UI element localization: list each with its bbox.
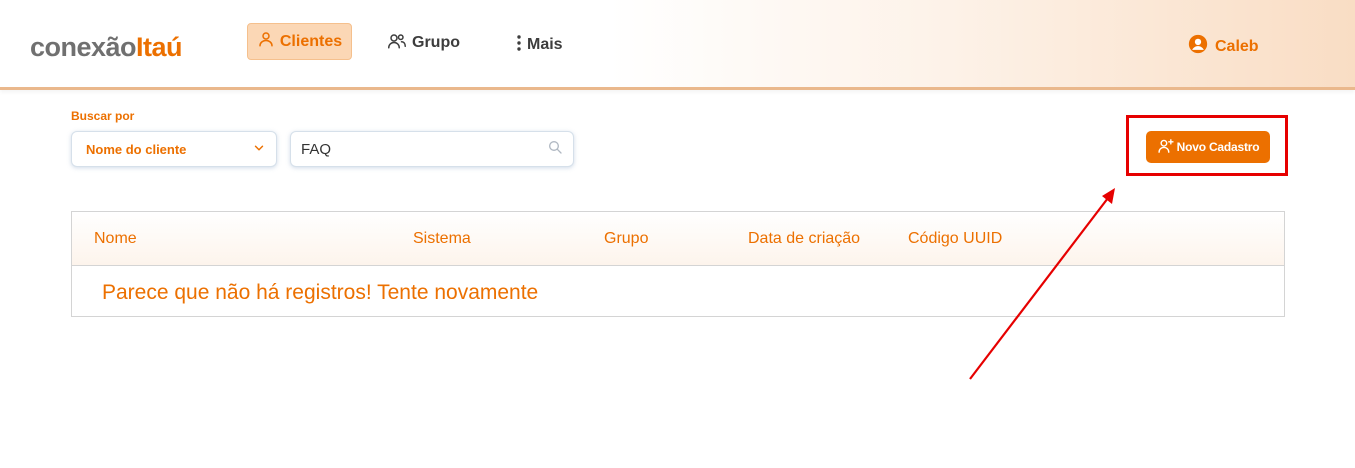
search-by-label: Buscar por (71, 109, 135, 123)
table-header: Nome Sistema Grupo Data de criação Códig… (72, 212, 1284, 266)
logo-text-itau: Itaú (136, 32, 183, 62)
more-vertical-icon (516, 34, 522, 57)
nav-tab-mais-label: Mais (527, 36, 563, 53)
nav-tab-clientes-label: Clientes (279, 32, 343, 50)
logo-text-conexao: conexão (30, 32, 137, 62)
logo: conexãoItaú (30, 30, 183, 64)
user-name: Caleb (1215, 37, 1259, 55)
user-icon (257, 30, 275, 53)
annotation-arrow-head (1102, 188, 1115, 204)
search-filter-select[interactable]: Nome do cliente (71, 131, 277, 167)
search-filter-selected-value: Nome do cliente (86, 141, 187, 157)
search-icon[interactable] (547, 139, 563, 160)
users-icon (387, 32, 407, 55)
column-header-codigo-uuid[interactable]: Código UUID (908, 230, 1002, 248)
top-navigation-bar: conexãoItaú Clientes Grupo Mais Caleb (0, 0, 1355, 90)
clients-table: Nome Sistema Grupo Data de criação Códig… (71, 211, 1285, 317)
nav-tab-mais[interactable]: Mais (516, 34, 563, 57)
search-box (290, 131, 574, 167)
column-header-data-criacao[interactable]: Data de criação (748, 230, 860, 248)
annotation-highlight-box (1126, 115, 1288, 176)
account-circle-icon (1188, 34, 1208, 59)
column-header-sistema[interactable]: Sistema (413, 230, 471, 248)
nav-tab-grupo[interactable]: Grupo (387, 33, 460, 53)
chevron-down-icon (252, 141, 266, 158)
nav-tab-grupo-label: Grupo (412, 34, 460, 51)
empty-state-message: Parece que não há registros! Tente novam… (102, 281, 539, 304)
search-input[interactable] (301, 140, 547, 158)
nav-tab-clientes[interactable]: Clientes (247, 23, 352, 60)
user-menu[interactable]: Caleb (1188, 34, 1259, 59)
column-header-nome[interactable]: Nome (94, 230, 137, 248)
column-header-grupo[interactable]: Grupo (604, 230, 648, 248)
